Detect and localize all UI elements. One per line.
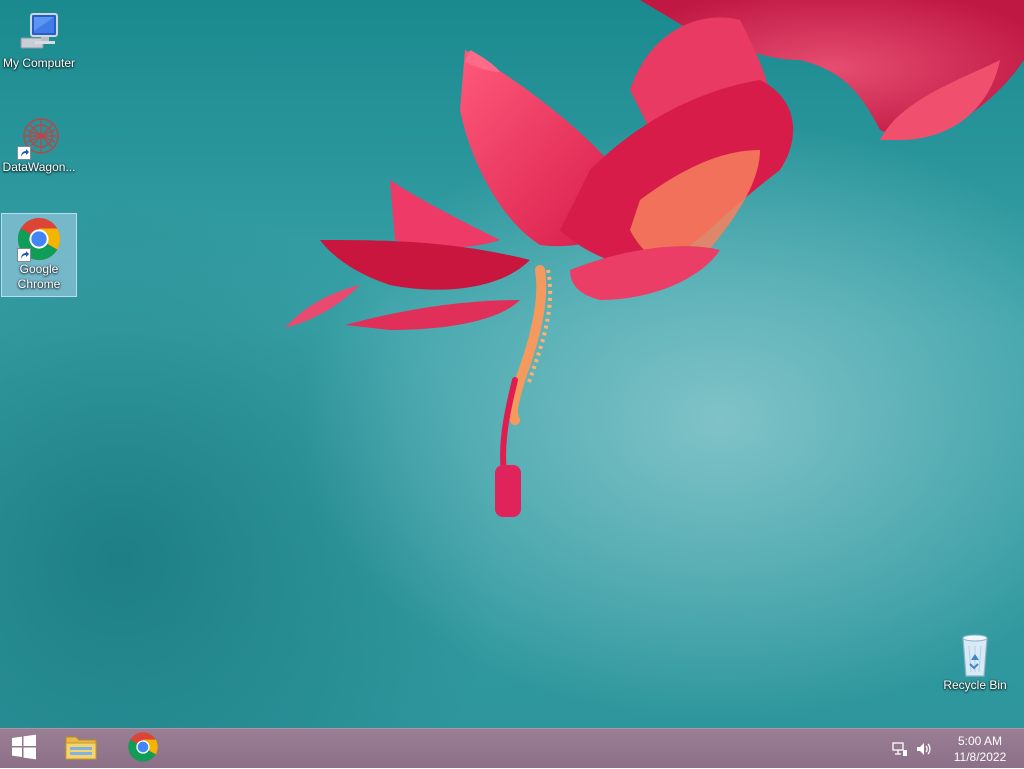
- desktop-icon-datawagon[interactable]: DataWagon...: [1, 112, 77, 175]
- start-button[interactable]: [0, 729, 48, 769]
- desktop-icon-recycle-bin[interactable]: Recycle Bin: [937, 630, 1013, 693]
- system-tray: 5:00 AM 11/8/2022: [892, 729, 1024, 769]
- computer-icon: [15, 10, 63, 56]
- folder-icon: [64, 732, 98, 767]
- recycle-bin-icon: [951, 632, 999, 678]
- wallpaper-flower: [285, 0, 1024, 517]
- chrome-icon: [127, 731, 159, 768]
- network-icon[interactable]: [892, 741, 908, 757]
- volume-icon[interactable]: [916, 741, 932, 757]
- taskbar-file-explorer[interactable]: [56, 729, 106, 769]
- taskbar-google-chrome[interactable]: [118, 729, 168, 769]
- chrome-icon: [15, 216, 63, 262]
- desktop-icon-label: Google Chrome: [17, 262, 61, 291]
- desktop-icon-label: My Computer: [2, 56, 76, 70]
- taskbar: 5:00 AM 11/8/2022: [0, 728, 1024, 768]
- clock-time: 5:00 AM: [957, 734, 1003, 748]
- desktop[interactable]: My Computer DataWagon... Google Chrome R…: [0, 0, 1024, 728]
- desktop-icon-my-computer[interactable]: My Computer: [1, 8, 77, 71]
- desktop-icon-google-chrome[interactable]: Google Chrome: [1, 213, 77, 297]
- shortcut-arrow-icon: [17, 146, 31, 160]
- shortcut-arrow-icon: [17, 248, 31, 262]
- datawagon-icon: [15, 114, 63, 160]
- desktop-icon-label: DataWagon...: [2, 160, 76, 174]
- desktop-icon-label: Recycle Bin: [943, 678, 1007, 692]
- windows-logo-icon: [11, 734, 37, 765]
- clock[interactable]: 5:00 AM 11/8/2022: [944, 733, 1016, 765]
- clock-date: 11/8/2022: [953, 750, 1007, 764]
